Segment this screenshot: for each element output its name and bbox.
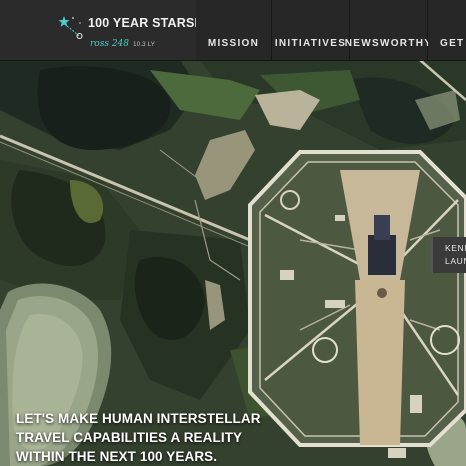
star-orbit-logo-icon bbox=[58, 16, 83, 40]
nav-item-initiatives[interactable]: INITIATIVES bbox=[272, 0, 350, 60]
map-label-line-1: KENNE bbox=[445, 243, 466, 253]
tagline-line-2: TRAVEL CAPABILITIES A REALITY bbox=[16, 430, 243, 445]
site-header: 100 YEAR STARSHIPTM ross 24810.3 LY MISS… bbox=[0, 0, 466, 61]
map-label-line-2: LAUNC bbox=[445, 256, 466, 266]
hero-tagline: LET'S MAKE HUMAN INTERSTELLAR TRAVEL CAP… bbox=[16, 409, 261, 466]
brand-distance: 10.3 LY bbox=[133, 41, 155, 48]
brand-subtitle: ross 248 10.3 LY bbox=[90, 31, 155, 50]
map-location-label[interactable]: KENNE LAUNC bbox=[431, 237, 466, 273]
brand-script: ross 248 bbox=[90, 39, 129, 49]
nav-item-mission[interactable]: MISSION bbox=[196, 0, 272, 60]
nav-item-get-involved[interactable]: GET IN bbox=[428, 0, 466, 60]
nav-item-newsworthy[interactable]: NEWSWORTHY bbox=[345, 0, 431, 60]
tagline-line-1: LET'S MAKE HUMAN INTERSTELLAR bbox=[16, 411, 261, 426]
brand-logo[interactable]: 100 YEAR STARSHIPTM ross 24810.3 LY bbox=[0, 0, 226, 60]
main-nav: MISSION INITIATIVES NEWSWORTHY GET IN bbox=[196, 0, 466, 60]
satellite-map bbox=[0, 0, 466, 466]
tagline-line-3: WITHIN THE NEXT 100 YEARS. bbox=[16, 449, 218, 464]
